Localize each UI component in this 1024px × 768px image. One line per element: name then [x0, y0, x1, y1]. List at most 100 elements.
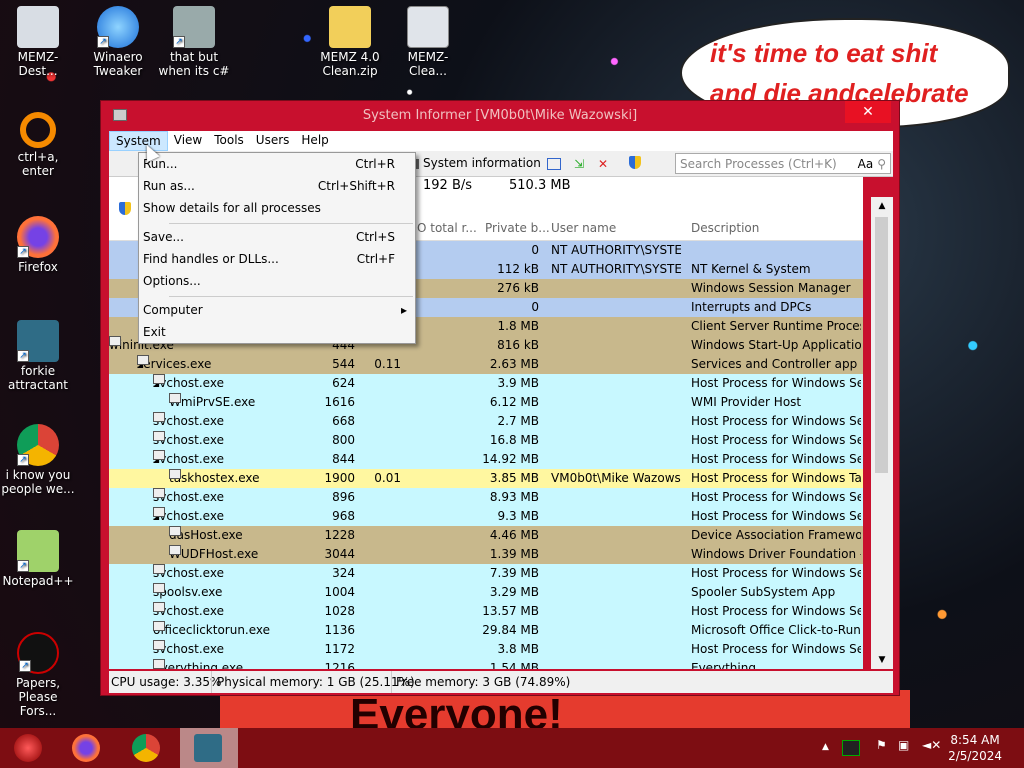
column-private[interactable]: Private b... [485, 221, 550, 235]
table-row[interactable]: spoolsv.exe 1004 3.29 MB Spooler SubSystem … [109, 583, 863, 602]
taskbar-chrome[interactable] [118, 728, 174, 768]
background-banner [220, 690, 910, 730]
scroll-up-icon[interactable]: ▲ [871, 201, 893, 211]
desktop-icon-memz-zip[interactable]: MEMZ 4.0 Clean.zip [312, 6, 388, 78]
clock-time: 8:54 AM [950, 733, 1000, 747]
process-private-bytes: 0 [531, 243, 539, 257]
close-button[interactable]: ✕ [845, 101, 891, 123]
scroll-down-icon[interactable]: ▼ [871, 655, 893, 665]
menu-item-save[interactable]: Save... Ctrl+S [139, 226, 415, 248]
table-row[interactable]: svchost.exe 1028 13.57 MB Host Process for … [109, 602, 863, 621]
start-button[interactable] [0, 728, 56, 768]
scroll-thumb[interactable] [875, 217, 888, 473]
menu-item-run[interactable]: Run... Ctrl+R [139, 153, 415, 175]
menu-help[interactable]: Help [295, 131, 334, 151]
desktop-icon-ctrl-a[interactable]: ctrl+a, enter [0, 112, 76, 178]
process-private-bytes: 2.63 MB [489, 357, 539, 371]
chrome-icon [132, 734, 160, 762]
process-name: ◢services.exe [109, 355, 319, 374]
process-pid: 1228 [324, 528, 355, 542]
process-icon [153, 564, 165, 574]
process-name: svchost.exe [109, 488, 319, 507]
menu-item-run-as[interactable]: Run as... Ctrl+Shift+R [139, 175, 415, 197]
process-private-bytes: 816 kB [497, 338, 539, 352]
system-information-button[interactable]: System information [407, 156, 541, 170]
menu-item-label: Find handles or DLLs... [143, 252, 279, 266]
process-description: Host Process for Windows Ser... [691, 452, 861, 466]
find-window-icon[interactable]: ⇲ [571, 156, 587, 172]
search-input[interactable]: Search Processes (Ctrl+K) Aa ⚲ [675, 153, 891, 174]
search-icon[interactable]: ⚲ [877, 157, 886, 171]
system-information-label: System information [423, 156, 541, 170]
menu-tools[interactable]: Tools [208, 131, 250, 151]
edge-icon: ↗ [97, 6, 139, 48]
desktop-icon-papers-please[interactable]: ↗ Papers, Please Fors... [0, 632, 76, 718]
desktop-icon-notepadpp[interactable]: ↗ Notepad++ [0, 530, 76, 588]
table-row[interactable]: ◢services.exe 544 0.11 2.63 MB Services and … [109, 355, 863, 374]
network-icon[interactable]: ▣ [898, 738, 909, 752]
window-icon[interactable] [547, 158, 561, 170]
taskbar-clock[interactable]: 8:54 AM 2/5/2024 [948, 732, 1002, 764]
terminate-icon[interactable]: ✕ [595, 156, 611, 172]
menu-item-show-details[interactable]: Show details for all processes [119, 197, 415, 219]
menu-item-options[interactable]: Options... [139, 270, 415, 292]
shield-icon[interactable] [627, 156, 643, 172]
desktop-icon-firefox[interactable]: ↗ Firefox [0, 216, 76, 274]
table-row[interactable]: svchost.exe 668 2.7 MB Host Process for Win… [109, 412, 863, 431]
window-titlebar[interactable]: System Informer [VM0b0t\Mike Wazowski] ✕ [101, 101, 899, 131]
menu-system[interactable]: System [109, 131, 168, 151]
search-placeholder: Search Processes (Ctrl+K) [680, 156, 837, 171]
desktop-icon-winaero[interactable]: ↗ Winaero Tweaker [80, 6, 156, 78]
process-name: taskhostex.exe [109, 469, 319, 488]
process-name-text: Everything.exe [153, 661, 244, 669]
process-private-bytes: 16.8 MB [489, 433, 539, 447]
desktop-icon-memz-dest[interactable]: MEMZ-Dest... [0, 6, 76, 78]
menu-item-find-handles[interactable]: Find handles or DLLs... Ctrl+F [139, 248, 415, 270]
table-row[interactable]: dasHost.exe 1228 4.46 MB Device Association… [109, 526, 863, 545]
menu-bar: System View Tools Users Help [109, 131, 893, 151]
papers-please-icon: ↗ [17, 632, 59, 674]
volume-muted-icon[interactable]: ◄✕ [922, 738, 941, 752]
table-row[interactable]: ◢svchost.exe 624 3.9 MB Host Process for Wi… [109, 374, 863, 393]
table-row[interactable]: Everything.exe 1216 1.54 MB Everything [109, 659, 863, 669]
desktop-icon-forkie[interactable]: ↗ forkie attractant [0, 320, 76, 392]
system-informer-icon [194, 734, 222, 762]
table-row[interactable]: officeclicktorun.exe 1136 29.84 MB Microsof… [109, 621, 863, 640]
menu-item-exit[interactable]: Exit [139, 321, 415, 343]
menu-item-shortcut: Ctrl+Shift+R [317, 179, 395, 193]
column-io[interactable]: O total r... [417, 221, 477, 235]
taskbar-firefox[interactable] [58, 728, 114, 768]
table-row[interactable]: WUDFHost.exe 3044 1.39 MB Windows Driver Fo… [109, 545, 863, 564]
flag-icon[interactable]: ⚑ [876, 738, 887, 752]
menu-separator [169, 223, 413, 224]
tray-overflow-icon[interactable]: ▲ [822, 742, 829, 752]
process-user: VM0b0t\Mike Wazowski [551, 471, 681, 485]
table-row[interactable]: svchost.exe 324 7.39 MB Host Process for Wi… [109, 564, 863, 583]
process-private-bytes: 112 kB [497, 262, 539, 276]
process-icon [137, 355, 149, 365]
process-name: WmiPrvSE.exe [109, 393, 319, 412]
table-row[interactable]: WmiPrvSE.exe 1616 6.12 MB WMI Provider Host [109, 393, 863, 412]
desktop-icon-csharp[interactable]: ↗ that but when its c# [156, 6, 232, 78]
match-case-toggle[interactable]: Aa [858, 157, 874, 171]
table-row[interactable]: svchost.exe 800 16.8 MB Host Process for Wi… [109, 431, 863, 450]
menu-users[interactable]: Users [250, 131, 296, 151]
column-user[interactable]: User name [551, 221, 616, 235]
executable-icon [407, 6, 449, 48]
table-row[interactable]: ◢svchost.exe 968 9.3 MB Host Process for Wi… [109, 507, 863, 526]
process-description: Windows Start-Up Application [691, 338, 861, 352]
table-row[interactable]: svchost.exe 1172 3.8 MB Host Process for Wi… [109, 640, 863, 659]
table-row[interactable]: ◢svchost.exe 844 14.92 MB Host Process for … [109, 450, 863, 469]
process-name: svchost.exe [109, 412, 319, 431]
tray-app-icon[interactable] [842, 740, 860, 756]
vertical-scrollbar[interactable]: ▲ ▼ [871, 197, 893, 669]
table-row[interactable]: svchost.exe 896 8.93 MB Host Process for Wi… [109, 488, 863, 507]
column-description[interactable]: Description [691, 221, 759, 235]
menu-item-computer[interactable]: Computer ▸ [139, 299, 415, 321]
menu-view[interactable]: View [168, 131, 208, 151]
desktop-icon-chrome[interactable]: ↗ i know you people we... [0, 424, 76, 496]
table-row[interactable]: taskhostex.exe 1900 0.01 3.85 MB VM0b0t\Mike… [109, 469, 863, 488]
desktop-icon-memz-clean[interactable]: MEMZ-Clea... [390, 6, 466, 78]
process-icon [109, 336, 121, 346]
taskbar-system-informer[interactable] [180, 728, 238, 768]
